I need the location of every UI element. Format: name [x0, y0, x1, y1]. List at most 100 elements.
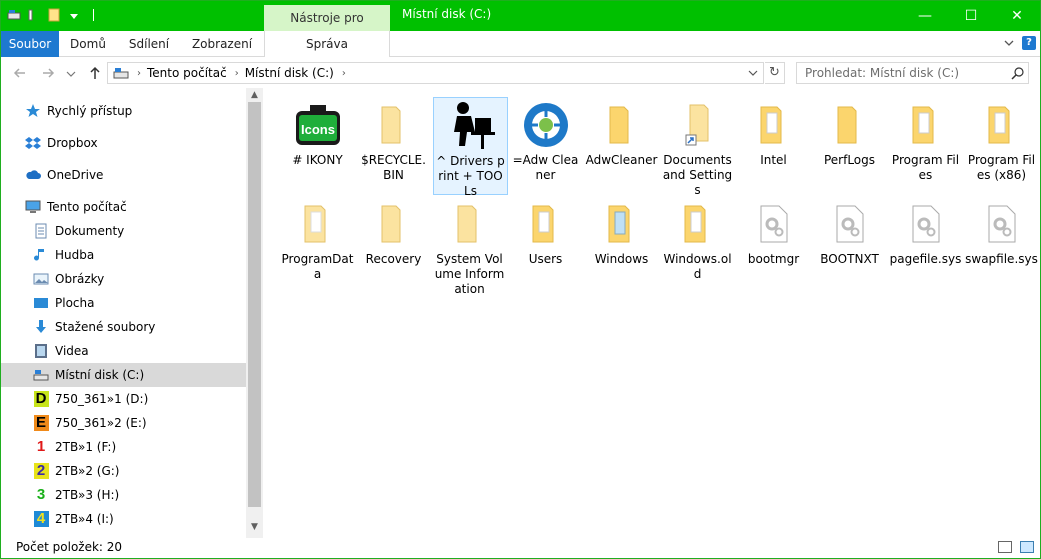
list-item[interactable]: System Volume Information — [432, 196, 507, 297]
new-folder-icon[interactable] — [47, 7, 61, 23]
sidebar-item-drive-h[interactable]: 3 2TB»3 (H:) — [1, 483, 246, 507]
scrollbar-thumb[interactable] — [248, 102, 261, 507]
maximize-button[interactable]: ☐ — [948, 1, 994, 31]
list-item[interactable]: PerfLogs — [812, 97, 887, 168]
list-item[interactable]: Windows — [584, 196, 659, 267]
forward-arrow-icon[interactable] — [39, 64, 57, 82]
refresh-icon: ↻ — [769, 65, 780, 80]
sidebar-item-downloads[interactable]: Stažené soubory — [1, 315, 246, 339]
list-item[interactable]: Program Files (x86) — [964, 97, 1039, 183]
folder-shortcut-icon — [660, 97, 735, 153]
folder-icon — [432, 196, 507, 252]
address-bar[interactable]: › Tento počítač › Místní disk (C:) › — [107, 62, 764, 84]
details-view-icon[interactable] — [998, 541, 1012, 553]
refresh-button[interactable]: ↻ — [765, 62, 785, 84]
sidebar-item-drive-i[interactable]: 4 2TB»4 (I:) — [1, 507, 246, 531]
file-label: ProgramData — [281, 252, 354, 281]
sidebar-item-label: Dropbox — [47, 136, 98, 150]
list-item[interactable]: Recovery — [356, 196, 431, 267]
breadcrumb-separator-icon[interactable]: › — [235, 68, 239, 79]
file-label: bootmgr — [747, 252, 800, 266]
address-dropdown-icon[interactable] — [747, 65, 759, 81]
drive-icon[interactable] — [7, 7, 21, 23]
sidebar-item-onedrive[interactable]: OneDrive — [1, 163, 246, 187]
file-label: $RECYCLE.BIN — [361, 153, 426, 182]
sidebar-item-videos[interactable]: Videa — [1, 339, 246, 363]
properties-icon[interactable] — [27, 7, 41, 23]
breadcrumb-separator-icon[interactable]: › — [342, 68, 346, 79]
drive-e-icon: E — [33, 415, 49, 431]
recent-locations-icon[interactable] — [65, 64, 77, 82]
list-item-selected[interactable]: ^ Drivers print + TOOLs — [433, 97, 508, 198]
sidebar-item-label: 2TB»1 (F:) — [55, 440, 117, 454]
customize-qat-icon[interactable] — [67, 7, 81, 23]
tab-file[interactable]: Soubor — [1, 31, 59, 57]
minimize-button[interactable]: — — [902, 1, 948, 31]
system-file-icon — [812, 196, 887, 252]
list-item[interactable]: swapfile.sys — [964, 196, 1039, 267]
sidebar-item-drive-f[interactable]: 1 2TB»1 (F:) — [1, 435, 246, 459]
close-button[interactable]: ✕ — [994, 1, 1040, 31]
list-item[interactable]: Intel — [736, 97, 811, 168]
list-item[interactable]: =Adw Cleaner — [508, 97, 583, 183]
breadcrumb-this-pc[interactable]: Tento počítač — [147, 66, 227, 80]
list-item[interactable]: ProgramData — [280, 196, 355, 282]
search-input[interactable]: Prohledat: Místní disk (C:) — [796, 62, 1029, 84]
expand-ribbon-icon[interactable] — [1004, 38, 1014, 48]
search-icon[interactable] — [1011, 67, 1024, 80]
sidebar-item-music[interactable]: Hudba — [1, 243, 246, 267]
sidebar-item-documents[interactable]: Dokumenty — [1, 219, 246, 243]
breadcrumb-separator-icon[interactable]: › — [137, 68, 141, 79]
tab-share[interactable]: Sdílení — [123, 31, 175, 57]
back-arrow-icon[interactable] — [11, 64, 29, 82]
list-item[interactable]: $RECYCLE.BIN — [356, 97, 431, 183]
tab-view[interactable]: Zobrazení — [185, 31, 259, 57]
list-item[interactable]: Users — [508, 196, 583, 267]
sidebar-item-pictures[interactable]: Obrázky — [1, 267, 246, 291]
large-icons-view-icon[interactable] — [1020, 541, 1034, 553]
sidebar-item-drive-e[interactable]: E 750_361»2 (E:) — [1, 411, 246, 435]
file-label: # IKONY — [292, 153, 343, 167]
sidebar-item-drive-g[interactable]: 2 2TB»2 (G:) — [1, 459, 246, 483]
view-switcher — [998, 541, 1034, 553]
help-icon[interactable]: ? — [1022, 36, 1036, 50]
list-item[interactable]: Program Files — [888, 97, 963, 183]
sidebar-item-drive-d[interactable]: D 750_361»1 (D:) — [1, 387, 246, 411]
file-label: BOOTNXT — [820, 252, 879, 266]
drive-g-icon: 2 — [33, 463, 49, 479]
list-item[interactable]: BOOTNXT — [812, 196, 887, 267]
window-controls: — ☐ ✕ — [902, 1, 1040, 31]
windows-folder-icon — [584, 196, 659, 252]
explorer-window: Nástroje pro jednotky Místní disk (C:) —… — [0, 0, 1041, 559]
dropbox-icon — [25, 135, 41, 151]
list-item[interactable]: bootmgr — [736, 196, 811, 267]
list-item[interactable]: pagefile.sys — [888, 196, 963, 267]
tab-home[interactable]: Domů — [63, 31, 113, 57]
ribbon-tabs: Soubor Domů Sdílení Zobrazení Správa ? — [1, 31, 1040, 57]
sidebar-item-local-disk-c[interactable]: Místní disk (C:) — [1, 363, 246, 387]
list-item[interactable]: Documents and Settings — [660, 97, 735, 198]
breadcrumb-local-disk[interactable]: Místní disk (C:) — [245, 66, 334, 80]
navigation-scrollbar[interactable]: ▲ ▼ — [246, 88, 263, 538]
adwcleaner-icon — [508, 97, 583, 153]
list-item[interactable]: AdwCleaner — [584, 97, 659, 168]
sidebar-item-label: 2TB»3 (H:) — [55, 488, 120, 502]
sidebar-item-quick-access[interactable]: Rychlý přístup — [1, 99, 246, 123]
sidebar-item-label: OneDrive — [47, 168, 104, 182]
list-item[interactable]: Windows.old — [660, 196, 735, 282]
list-item[interactable]: Icons # IKONY — [280, 97, 355, 168]
context-tab-drive-tools[interactable]: Nástroje pro jednotky — [264, 5, 390, 51]
title-bar: Nástroje pro jednotky Místní disk (C:) —… — [1, 1, 1040, 51]
sidebar-item-this-pc[interactable]: Tento počítač — [1, 195, 246, 219]
up-arrow-icon[interactable] — [86, 64, 104, 82]
tab-manage[interactable]: Správa — [264, 31, 390, 57]
folder-with-documents-icon — [280, 196, 355, 252]
scroll-up-icon[interactable]: ▲ — [246, 88, 263, 102]
file-label: Program Files (x86) — [967, 153, 1036, 182]
folder-with-documents-icon — [964, 97, 1039, 153]
scroll-down-icon[interactable]: ▼ — [246, 520, 263, 534]
folder-icon — [584, 97, 659, 153]
pictures-icon — [33, 271, 49, 287]
sidebar-item-dropbox[interactable]: Dropbox — [1, 131, 246, 155]
sidebar-item-desktop[interactable]: Plocha — [1, 291, 246, 315]
